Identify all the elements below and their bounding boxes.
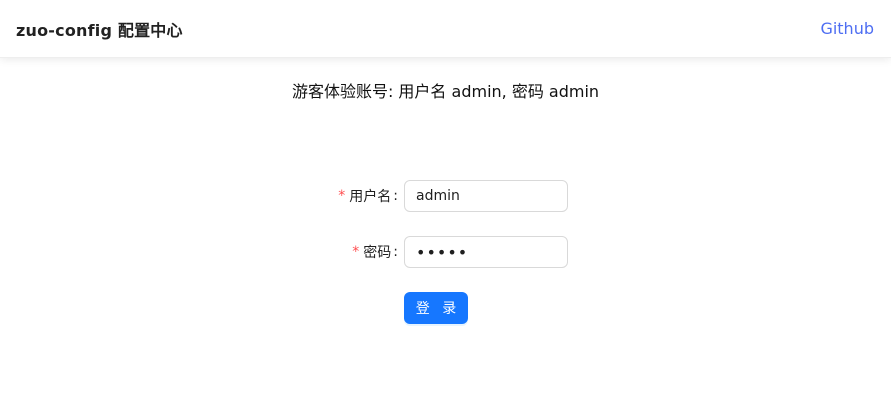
required-asterisk: * (352, 244, 360, 260)
app-title: zuo-config 配置中心 (16, 20, 183, 40)
username-input[interactable] (404, 180, 568, 212)
password-label-text: 密码 (363, 245, 392, 261)
app-header: zuo-config 配置中心 Github (0, 0, 891, 58)
required-asterisk: * (338, 188, 346, 204)
username-label: * 用户名 : (338, 180, 398, 212)
github-link[interactable]: Github (820, 19, 874, 38)
login-button[interactable]: 登 录 (404, 292, 468, 324)
label-colon: : (393, 244, 398, 260)
label-colon: : (393, 188, 398, 204)
password-label: * 密码 : (352, 236, 398, 268)
password-form-item: * 密码 : (0, 236, 891, 268)
username-label-text: 用户名 (349, 189, 392, 205)
password-input[interactable] (404, 236, 568, 268)
username-form-item: * 用户名 : (0, 180, 891, 212)
guest-account-notice: 游客体验账号: 用户名 admin, 密码 admin (291, 82, 600, 101)
